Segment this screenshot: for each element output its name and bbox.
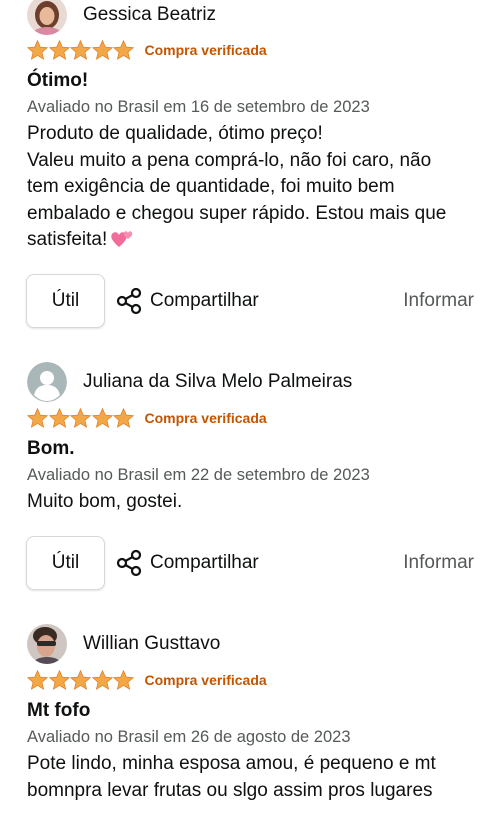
review-body: Pote lindo, minha esposa amou, é pequeno… xyxy=(27,751,487,804)
reviewer-profile[interactable]: Gessica Beatriz xyxy=(27,0,216,35)
reviewer-name: Juliana da Silva Melo Palmeiras xyxy=(83,371,353,392)
reviewer-name: Willian Gusttavo xyxy=(83,633,221,654)
body-line: Muito bom, gostei. xyxy=(27,491,183,512)
body-line: bomnpra levar frutas ou slgo assim pros … xyxy=(27,779,433,801)
star-icon xyxy=(92,40,113,60)
star-icon xyxy=(27,408,48,428)
body-line: satisfeita! xyxy=(27,229,108,250)
star-icon xyxy=(27,670,48,690)
stars xyxy=(27,40,135,60)
share-button[interactable]: Compartilhar xyxy=(114,286,259,316)
review-title[interactable]: Mt fofo xyxy=(27,700,90,722)
reviewer-profile[interactable]: Juliana da Silva Melo Palmeiras xyxy=(27,362,352,402)
verified-purchase-badge: Compra verificada xyxy=(144,410,267,426)
star-icon xyxy=(27,40,48,60)
review-date: Avaliado no Brasil em 26 de agosto de 20… xyxy=(27,728,351,746)
body-line: Valeu muito a pena comprá-lo, não foi ca… xyxy=(27,149,432,171)
star-rating: Compra verificada xyxy=(27,40,267,60)
star-rating: Compra verificada xyxy=(27,670,267,690)
share-button[interactable]: Compartilhar xyxy=(114,548,259,578)
verified-purchase-badge: Compra verificada xyxy=(144,42,267,58)
review-date: Avaliado no Brasil em 16 de setembro de … xyxy=(27,98,370,116)
star-icon xyxy=(49,670,70,690)
body-line: Produto de qualidade, ótimo preço! xyxy=(27,123,323,144)
star-rating: Compra verificada xyxy=(27,408,267,428)
stars xyxy=(27,408,135,428)
review-date: Avaliado no Brasil em 22 de setembro de … xyxy=(27,466,370,484)
avatar xyxy=(27,0,67,35)
star-icon xyxy=(70,40,91,60)
helpful-button[interactable]: Útil xyxy=(26,274,105,328)
report-link[interactable]: Informar xyxy=(403,552,474,574)
share-icon xyxy=(116,287,142,315)
body-line: tem exigência de quantidade, foi muito b… xyxy=(27,176,395,197)
avatar xyxy=(27,362,67,402)
profile-photo-icon xyxy=(27,624,67,664)
review-body: Produto de qualidade, ótimo preço! Valeu… xyxy=(27,121,487,254)
report-link[interactable]: Informar xyxy=(403,290,474,312)
star-icon xyxy=(113,670,134,690)
share-label: Compartilhar xyxy=(150,290,259,311)
star-icon xyxy=(113,408,134,428)
share-icon xyxy=(116,549,142,577)
review-title[interactable]: Bom. xyxy=(27,438,75,460)
star-icon xyxy=(113,40,134,60)
star-icon xyxy=(49,408,70,428)
star-icon xyxy=(49,40,70,60)
star-icon xyxy=(92,670,113,690)
share-label: Compartilhar xyxy=(150,552,259,573)
two-hearts-icon xyxy=(111,231,133,247)
body-line: embalado e chegou super rápido. Estou ma… xyxy=(27,202,447,224)
reviewer-profile[interactable]: Willian Gusttavo xyxy=(27,624,220,664)
profile-photo-icon xyxy=(27,0,67,35)
default-avatar-icon xyxy=(27,362,67,402)
star-icon xyxy=(70,670,91,690)
avatar xyxy=(27,624,67,664)
verified-purchase-badge: Compra verificada xyxy=(144,672,267,688)
review-title[interactable]: Ótimo! xyxy=(27,70,88,92)
review-body: Muito bom, gostei. xyxy=(27,489,487,516)
helpful-button[interactable]: Útil xyxy=(26,536,105,590)
reviewer-name: Gessica Beatriz xyxy=(83,4,217,25)
stars xyxy=(27,670,135,690)
star-icon xyxy=(70,408,91,428)
body-line: Pote lindo, minha esposa amou, é pequeno… xyxy=(27,753,436,774)
star-icon xyxy=(92,408,113,428)
